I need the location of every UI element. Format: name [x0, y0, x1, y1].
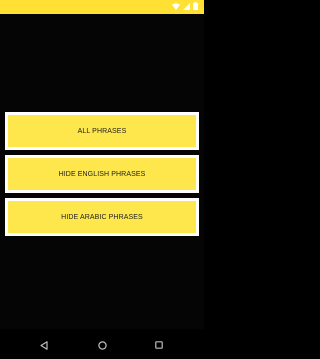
- back-button[interactable]: [38, 339, 50, 351]
- app-screen: ALL PHRASES HIDE ENGLISH PHRASES HIDE AR…: [0, 0, 204, 359]
- hide-english-phrases-label: HIDE ENGLISH PHRASES: [8, 158, 196, 190]
- status-bar: [0, 0, 204, 14]
- home-icon: [97, 340, 107, 350]
- signal-icon: [183, 2, 190, 10]
- home-button[interactable]: [96, 339, 108, 351]
- hide-arabic-phrases-label: HIDE ARABIC PHRASES: [8, 201, 196, 233]
- all-phrases-button[interactable]: ALL PHRASES: [5, 112, 199, 150]
- status-icons: [172, 2, 198, 10]
- wifi-icon: [172, 2, 180, 10]
- back-icon: [40, 340, 48, 350]
- navigation-bar: [0, 329, 204, 359]
- battery-icon: [193, 2, 198, 10]
- hide-english-phrases-button[interactable]: HIDE ENGLISH PHRASES: [5, 155, 199, 193]
- all-phrases-label: ALL PHRASES: [8, 115, 196, 147]
- hide-arabic-phrases-button[interactable]: HIDE ARABIC PHRASES: [5, 198, 199, 236]
- main-content: ALL PHRASES HIDE ENGLISH PHRASES HIDE AR…: [0, 14, 204, 329]
- recents-icon: [155, 341, 163, 349]
- recents-button[interactable]: [153, 339, 165, 351]
